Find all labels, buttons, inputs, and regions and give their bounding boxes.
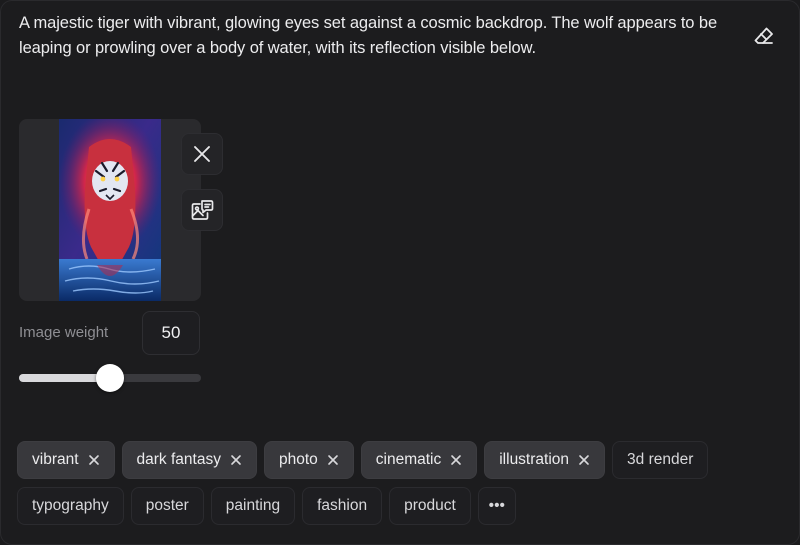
image-weight-input[interactable]: 50 — [142, 311, 200, 355]
eraser-icon — [754, 27, 773, 44]
close-icon[interactable] — [327, 454, 339, 466]
tag-chip[interactable]: fashion — [302, 487, 383, 525]
close-icon[interactable] — [578, 454, 590, 466]
tag-chip[interactable]: product — [389, 487, 471, 525]
tag-label: dark fantasy — [136, 451, 221, 468]
tag-label: cinematic — [375, 451, 442, 468]
tag-chip[interactable]: photo — [263, 441, 354, 479]
tag-label: poster — [145, 497, 189, 514]
tag-label: photo — [278, 451, 318, 468]
reference-image-tile[interactable] — [19, 119, 201, 301]
close-icon[interactable] — [450, 454, 462, 466]
prompt-panel: A majestic tiger with vibrant, glowing e… — [0, 0, 800, 545]
image-chat-icon — [191, 200, 214, 220]
close-icon[interactable] — [88, 454, 100, 466]
prompt-text[interactable]: A majestic tiger with vibrant, glowing e… — [19, 11, 739, 61]
close-icon — [194, 146, 210, 162]
tag-label: fashion — [317, 497, 368, 514]
clear-prompt-button[interactable] — [751, 23, 777, 49]
slider-thumb[interactable] — [96, 364, 124, 392]
tag-label: illustration — [499, 451, 570, 468]
style-tags: vibrant dark fantasy photo cinematic illustr… — [17, 441, 737, 525]
remove-image-button[interactable] — [181, 133, 223, 175]
image-weight-label: Image weight — [19, 324, 109, 341]
tag-chip[interactable]: painting — [210, 487, 296, 525]
tag-chip[interactable]: 3d render — [612, 441, 709, 479]
more-tags-button[interactable]: ••• — [477, 487, 516, 525]
tag-label: product — [404, 497, 456, 514]
tag-label: 3d render — [627, 451, 694, 468]
tag-label: painting — [225, 497, 281, 514]
tag-chip[interactable]: typography — [17, 487, 124, 525]
tag-label: vibrant — [32, 451, 79, 468]
tag-label: typography — [32, 497, 109, 514]
tag-chip[interactable]: cinematic — [360, 441, 478, 479]
tag-chip[interactable]: poster — [130, 487, 204, 525]
tag-chip[interactable]: vibrant — [17, 441, 115, 479]
tag-chip[interactable]: dark fantasy — [121, 441, 257, 479]
reference-image — [59, 119, 161, 301]
close-icon[interactable] — [230, 454, 242, 466]
describe-image-button[interactable] — [181, 189, 223, 231]
image-weight-slider[interactable] — [19, 363, 201, 393]
tag-chip[interactable]: illustration — [484, 441, 606, 479]
